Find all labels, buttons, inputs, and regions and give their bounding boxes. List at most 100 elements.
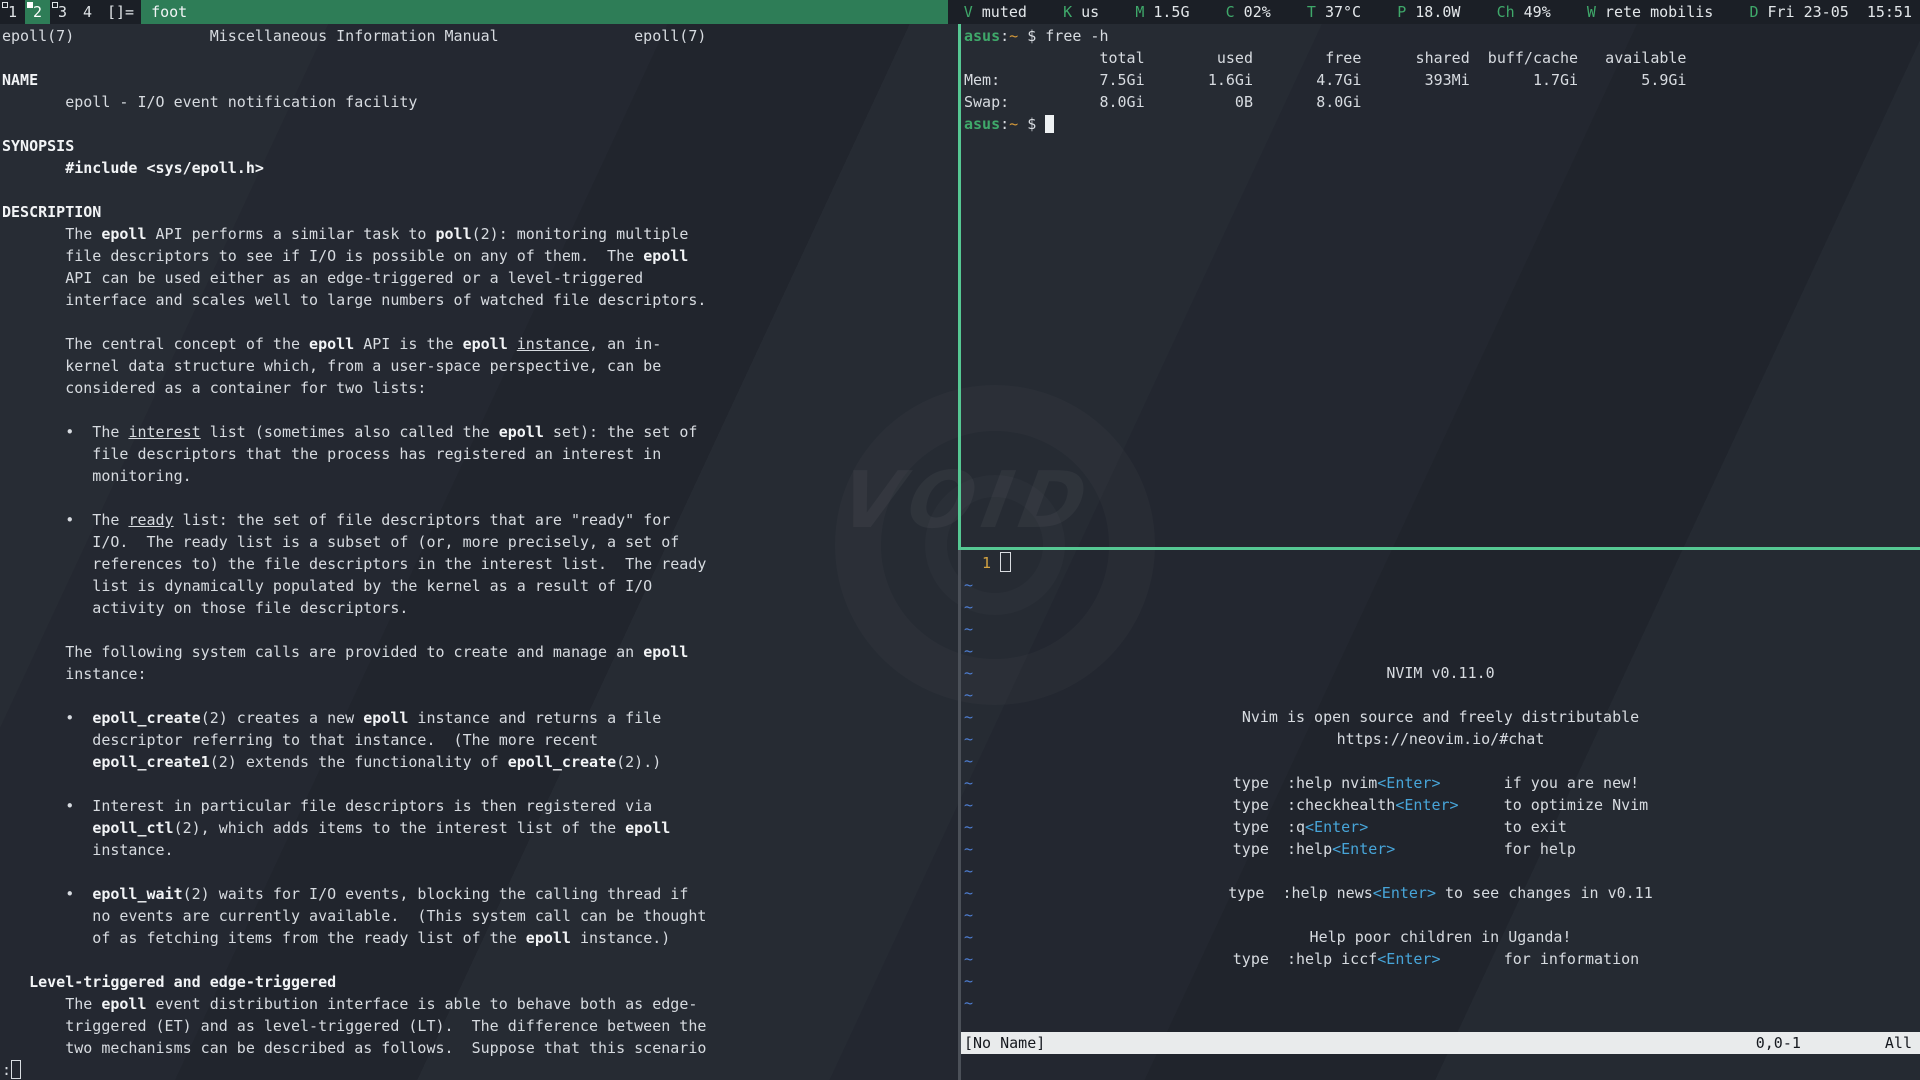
- tilde-row: ~: [964, 574, 1920, 596]
- workspace-tag-1[interactable]: 1: [0, 0, 25, 24]
- prompt-line: asus:~ $ free -h: [964, 25, 1920, 47]
- free-output: total used free shared buff/cache availa…: [964, 47, 1920, 113]
- text-line: kernel data structure which, from a user…: [2, 355, 958, 377]
- text-line: DESCRIPTION: [2, 201, 958, 223]
- nvim-cursor: [1000, 552, 1011, 572]
- buffer-name: [No Name]: [964, 1032, 1045, 1054]
- text-line: [2, 619, 958, 641]
- text-line: The epoll event distribution interface i…: [2, 993, 958, 1015]
- text-line: epoll - I/O event notification facility: [2, 91, 958, 113]
- pager-prompt-line: :: [2, 1059, 958, 1080]
- text-line: file descriptors to see if I/O is possib…: [2, 245, 958, 267]
- tilde-column: ~~~~~~~~~~~~~~~~~~~~: [964, 574, 1920, 1014]
- tilde-row: ~: [964, 882, 1920, 904]
- tag-occupied-indicator: [2, 2, 8, 8]
- text-line: references to) the file descriptors in t…: [2, 553, 958, 575]
- tilde-row: ~: [964, 904, 1920, 926]
- tilde-row: ~: [964, 772, 1920, 794]
- tilde-row: ~: [964, 640, 1920, 662]
- terminal-cursor: [1045, 115, 1054, 133]
- text-line: descriptor referring to that instance. (…: [2, 729, 958, 751]
- text-line: • The interest list (sometimes also call…: [2, 421, 958, 443]
- pager-cursor: [11, 1060, 21, 1079]
- desktop: VOID 1234 []= foot V muted K us M 1.5G C…: [0, 0, 1920, 1080]
- nvim-editor[interactable]: 1 ~~~~~~~~~~~~~~~~~~~~ NVIM v0.11.0Nvim …: [961, 550, 1920, 1080]
- prompt-line-active: asus:~ $: [964, 113, 1920, 135]
- text-line: The central concept of the epoll API is …: [2, 333, 958, 355]
- focused-pane-border-bottom: [958, 547, 1920, 550]
- workspace-tag-3[interactable]: 3: [50, 0, 75, 24]
- text-line: considered as a container for two lists:: [2, 377, 958, 399]
- text-line: epoll_ctl(2), which adds items to the in…: [2, 817, 958, 839]
- text-line: instance.: [2, 839, 958, 861]
- text-line: The epoll API performs a similar task to…: [2, 223, 958, 245]
- status-text: V muted K us M 1.5G C 02% T 37°C P 18.0W…: [948, 0, 1920, 24]
- text-line: list is dynamically populated by the ker…: [2, 575, 958, 597]
- text-line: of as fetching items from the ready list…: [2, 927, 958, 949]
- unfocused-pane-border: [958, 550, 961, 1080]
- text-line: SYNOPSIS: [2, 135, 958, 157]
- text-line: • epoll_wait(2) waits for I/O events, bl…: [2, 883, 958, 905]
- text-line: API can be used either as an edge-trigge…: [2, 267, 958, 289]
- text-line: no events are currently available. (This…: [2, 905, 958, 927]
- tilde-row: ~: [964, 970, 1920, 992]
- tilde-row: ~: [964, 662, 1920, 684]
- text-line: Mem: 7.5Gi 1.6Gi 4.7Gi 393Mi 1.7Gi 5.9Gi: [964, 69, 1920, 91]
- text-line: [2, 179, 958, 201]
- text-line: The following system calls are provided …: [2, 641, 958, 663]
- text-line: [2, 685, 958, 707]
- text-line: [2, 487, 958, 509]
- text-line: two mechanisms can be described as follo…: [2, 1037, 958, 1059]
- text-line: I/O. The ready list is a subset of (or, …: [2, 531, 958, 553]
- tilde-row: ~: [964, 750, 1920, 772]
- text-line: • epoll_create(2) creates a new epoll in…: [2, 707, 958, 729]
- text-line: [2, 113, 958, 135]
- tilde-row: ~: [964, 794, 1920, 816]
- tilde-row: ~: [964, 992, 1920, 1014]
- text-line: [2, 949, 958, 971]
- tag-occupied-indicator: [52, 2, 58, 8]
- tilde-row: ~: [964, 860, 1920, 882]
- text-line: #include <sys/epoll.h>: [2, 157, 958, 179]
- man-page-content: epoll(7) Miscellaneous Information Manua…: [2, 25, 958, 1059]
- cursor-position: 0,0-1: [1756, 1032, 1801, 1054]
- text-line: epoll(7) Miscellaneous Information Manua…: [2, 25, 958, 47]
- text-line: triggered (ET) and as level-triggered (L…: [2, 1015, 958, 1037]
- workspace-tag-2[interactable]: 2: [25, 0, 50, 24]
- window-title: foot: [141, 0, 948, 24]
- workspace-tag-4[interactable]: 4: [75, 0, 100, 24]
- text-line: Swap: 8.0Gi 0B 8.0Gi: [964, 91, 1920, 113]
- text-line: [2, 47, 958, 69]
- text-line: Level-triggered and edge-triggered: [2, 971, 958, 993]
- text-line: file descriptors that the process has re…: [2, 443, 958, 465]
- tag-occupied-indicator: [27, 2, 33, 8]
- text-line: interface and scales well to large numbe…: [2, 289, 958, 311]
- scroll-position: All: [1885, 1032, 1912, 1054]
- tilde-row: ~: [964, 816, 1920, 838]
- man-page-terminal[interactable]: epoll(7) Miscellaneous Information Manua…: [0, 24, 958, 1080]
- shell-prompt: asus:~ $: [964, 115, 1045, 133]
- tilde-row: ~: [964, 684, 1920, 706]
- pager-prompt: :: [2, 1061, 11, 1079]
- shell-terminal[interactable]: asus:~ $ free -h total used free shared …: [961, 24, 1920, 547]
- layout-symbol[interactable]: []=: [100, 0, 141, 24]
- tilde-row: ~: [964, 838, 1920, 860]
- text-line: • Interest in particular file descriptor…: [2, 795, 958, 817]
- text-line: monitoring.: [2, 465, 958, 487]
- tilde-row: ~: [964, 948, 1920, 970]
- nvim-statusline: [No Name] 0,0-1 All: [961, 1032, 1920, 1054]
- focused-pane-border-left: [958, 24, 961, 547]
- text-line: epoll_create1(2) extends the functionali…: [2, 751, 958, 773]
- text-line: [2, 399, 958, 421]
- text-line: total used free shared buff/cache availa…: [964, 47, 1920, 69]
- text-line: NAME: [2, 69, 958, 91]
- nvim-line-1: 1: [964, 552, 1920, 574]
- text-line: [2, 311, 958, 333]
- tilde-row: ~: [964, 596, 1920, 618]
- text-line: activity on those file descriptors.: [2, 597, 958, 619]
- text-line: [2, 773, 958, 795]
- tilde-row: ~: [964, 728, 1920, 750]
- line-number: 1: [964, 554, 1000, 572]
- text-line: instance:: [2, 663, 958, 685]
- tilde-row: ~: [964, 926, 1920, 948]
